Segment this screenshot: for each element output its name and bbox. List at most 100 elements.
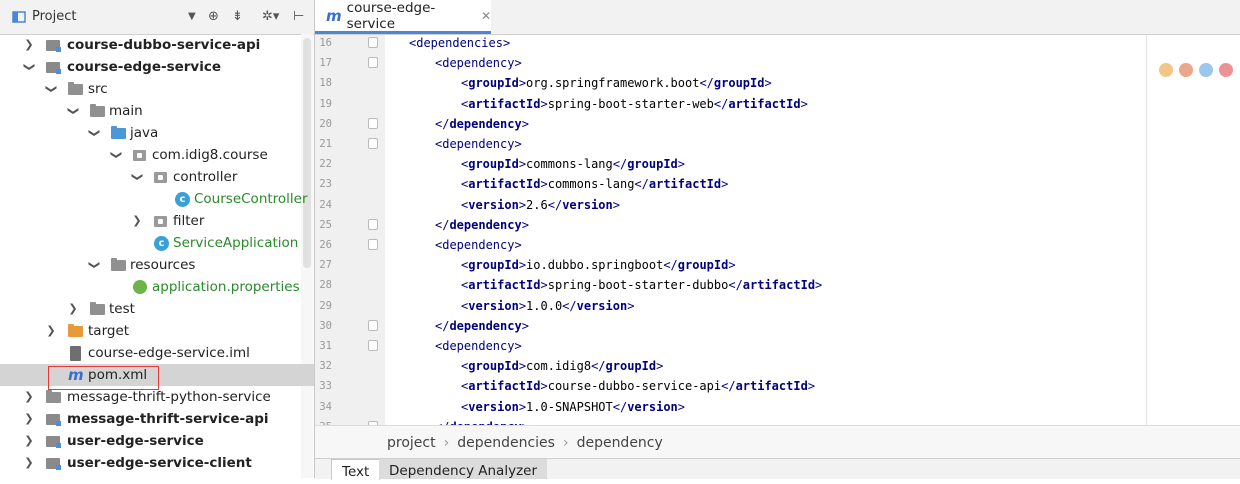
code-line[interactable]: 20 </dependency>	[315, 114, 1240, 134]
locate-icon[interactable]: ⊕	[208, 9, 219, 25]
folder-icon	[46, 390, 61, 403]
code-line[interactable]: 27 <groupId>io.dubbo.springboot</groupId>	[315, 255, 1240, 275]
code-line[interactable]: 34 <version>1.0-SNAPSHOT</version>	[315, 397, 1240, 417]
tree-item-src[interactable]: ❯ src	[0, 78, 314, 100]
tree-item-label: test	[109, 301, 135, 317]
tab-dependency-analyzer[interactable]: Dependency Analyzer	[379, 459, 548, 479]
tree-item-user-edge-service-client[interactable]: ❯ user-edge-service-client	[0, 452, 314, 474]
code-line[interactable]: 16 <dependencies>	[315, 35, 1240, 53]
code-line[interactable]: 31 <dependency>	[315, 336, 1240, 356]
fold-marker-icon[interactable]	[368, 218, 378, 230]
editor-tab-course-edge-service[interactable]: m course-edge-service ✕	[315, 0, 491, 34]
code-line[interactable]: 22 <groupId>commons-lang</groupId>	[315, 154, 1240, 174]
fold-marker-icon[interactable]	[368, 138, 378, 149]
package-icon	[133, 150, 146, 161]
expand-arrow-icon[interactable]: ❯	[68, 298, 78, 320]
firefox-icon[interactable]	[1179, 63, 1193, 77]
tree-item-filter[interactable]: ❯ filter	[0, 210, 314, 232]
code-text: <groupId>io.dubbo.springboot</groupId>	[461, 255, 736, 275]
line-number: 34	[319, 400, 332, 413]
tree-item-com-idig8-course[interactable]: ❯ com.idig8.course	[0, 144, 314, 166]
tree-item-application-properties[interactable]: application.properties	[0, 276, 314, 298]
code-text: <artifactId>course-dubbo-service-api</ar…	[461, 376, 815, 396]
collapse-arrow-icon[interactable]: ❯	[83, 260, 105, 270]
code-line[interactable]: 35 </dependency>	[315, 417, 1240, 425]
line-number: 19	[319, 97, 332, 110]
tree-item-resources[interactable]: ❯ resources	[0, 254, 314, 276]
close-icon[interactable]: ✕	[481, 9, 491, 23]
collapse-all-icon[interactable]: ⇟	[232, 9, 243, 25]
code-line[interactable]: 18 <groupId>org.springframework.boot</gro…	[315, 73, 1240, 93]
tree-item-course-dubbo-service-api[interactable]: ❯ course-dubbo-service-api	[0, 34, 314, 56]
code-line[interactable]: 29 <version>1.0.0</version>	[315, 296, 1240, 316]
tree-item-course-edge-service-iml[interactable]: course-edge-service.iml	[0, 342, 314, 364]
code-token: </	[663, 258, 678, 273]
code-token: groupId	[468, 157, 519, 172]
fold-marker-icon[interactable]	[368, 57, 378, 69]
hide-panel-icon[interactable]: ⊢	[293, 9, 304, 25]
breadcrumb-item-dependencies[interactable]: dependencies	[457, 435, 555, 451]
tree-item-main[interactable]: ❯ main	[0, 100, 314, 122]
tree-item-serviceapplication[interactable]: c ServiceApplication	[0, 232, 314, 254]
expand-arrow-icon[interactable]: ❯	[24, 452, 34, 474]
tree-item-label: ServiceApplication	[173, 235, 299, 251]
tree-item-label: src	[88, 81, 108, 97]
collapse-arrow-icon[interactable]: ❯	[40, 84, 62, 94]
code-line[interactable]: 30 </dependency>	[315, 316, 1240, 336]
code-area[interactable]: 16 <dependencies> 17 <dependency> 18 <groupId…	[315, 35, 1240, 425]
fold-marker-icon[interactable]	[368, 117, 378, 129]
collapse-arrow-icon[interactable]: ❯	[18, 62, 40, 72]
breadcrumb-item-dependency[interactable]: dependency	[577, 435, 663, 451]
collapse-arrow-icon[interactable]: ❯	[83, 128, 105, 138]
line-number: 22	[319, 158, 332, 171]
code-token: dependency	[449, 116, 522, 131]
collapse-arrow-icon[interactable]: ❯	[105, 150, 127, 160]
code-line[interactable]: 25 </dependency>	[315, 215, 1240, 235]
dropdown-arrow-icon[interactable]: ▼	[188, 9, 196, 25]
code-line[interactable]: 17 <dependency>	[315, 53, 1240, 73]
settings-icon[interactable]: ✲▾	[262, 9, 279, 25]
opera-icon[interactable]	[1219, 63, 1233, 77]
fold-marker-icon[interactable]	[368, 340, 378, 351]
code-text: <dependencies>	[409, 35, 510, 53]
expand-arrow-icon[interactable]: ❯	[46, 320, 56, 342]
code-token: groupId	[677, 258, 729, 273]
expand-arrow-icon[interactable]: ❯	[24, 408, 34, 430]
breadcrumb-item-project[interactable]: project	[387, 435, 436, 451]
code-line[interactable]: 24 <version>2.6</version>	[315, 195, 1240, 215]
tree-item-user-edge-service[interactable]: ❯ user-edge-service	[0, 430, 314, 452]
tree-item-course-edge-service[interactable]: ❯ course-edge-service	[0, 56, 314, 78]
expand-arrow-icon[interactable]: ❯	[24, 386, 34, 408]
code-line[interactable]: 19 <artifactId>spring-boot-starter-web</a…	[315, 94, 1240, 114]
fold-marker-icon[interactable]	[368, 239, 378, 250]
expand-arrow-icon[interactable]: ❯	[24, 430, 34, 452]
tree-item-test[interactable]: ❯ test	[0, 298, 314, 320]
fold-marker-icon[interactable]	[368, 319, 378, 331]
code-token: version	[468, 197, 519, 212]
tree-item-controller[interactable]: ❯ controller	[0, 166, 314, 188]
folder-icon	[90, 302, 105, 315]
tree-item-coursecontroller[interactable]: c CourseController	[0, 188, 314, 210]
code-line[interactable]: 23 <artifactId>commons-lang</artifactId>	[315, 174, 1240, 194]
expand-arrow-icon[interactable]: ❯	[132, 210, 142, 232]
tab-text[interactable]: Text	[331, 459, 381, 480]
safari-icon[interactable]	[1199, 63, 1213, 77]
expand-arrow-icon[interactable]: ❯	[24, 34, 34, 56]
module-folder-icon	[46, 458, 61, 470]
collapse-arrow-icon[interactable]: ❯	[62, 106, 84, 116]
collapse-arrow-icon[interactable]: ❯	[126, 172, 148, 182]
code-line[interactable]: 21 <dependency>	[315, 134, 1240, 154]
tree-item-target[interactable]: ❯ target	[0, 320, 314, 342]
code-token: dependency	[442, 339, 515, 353]
module-folder-icon	[46, 436, 61, 448]
code-token: >	[521, 217, 529, 232]
chrome-icon[interactable]	[1159, 63, 1173, 77]
tree-item-java[interactable]: ❯ java	[0, 122, 314, 144]
code-line[interactable]: 33 <artifactId>course-dubbo-service-api</…	[315, 376, 1240, 396]
fold-marker-icon[interactable]	[368, 37, 378, 48]
tree-item-message-thrift-service-api[interactable]: ❯ message-thrift-service-api	[0, 408, 314, 430]
code-line[interactable]: 28 <artifactId>spring-boot-starter-dubbo<…	[315, 275, 1240, 295]
code-line[interactable]: 32 <groupId>com.idig8</groupId>	[315, 356, 1240, 376]
project-view-selector[interactable]: Project	[12, 9, 76, 24]
code-line[interactable]: 26 <dependency>	[315, 235, 1240, 255]
